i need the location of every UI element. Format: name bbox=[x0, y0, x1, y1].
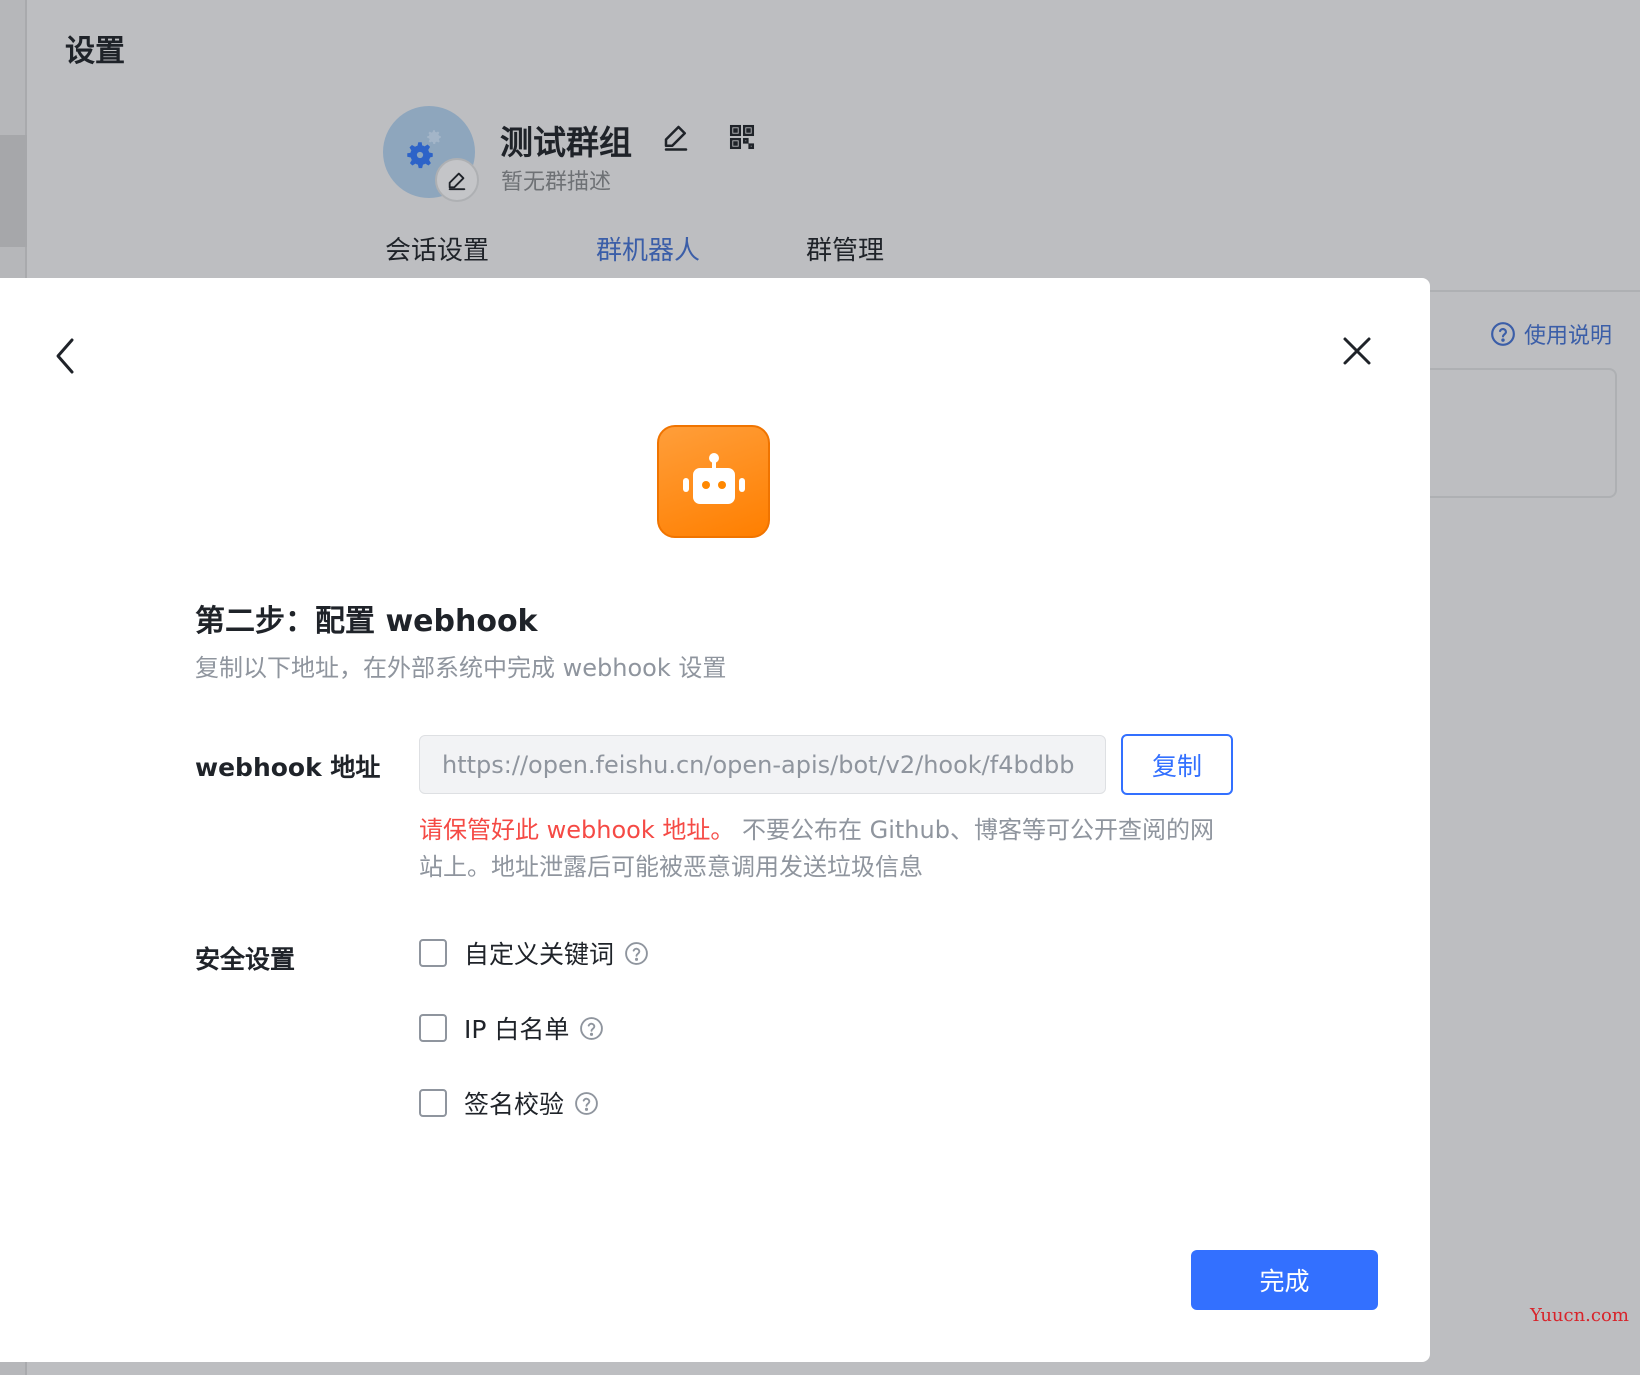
background-card bbox=[1400, 368, 1617, 498]
signature-verification-label: 签名校验 bbox=[464, 1090, 565, 1119]
robot-icon bbox=[682, 452, 745, 504]
watermark-text: Yuucn.com bbox=[1530, 1305, 1629, 1326]
option-ip-whitelist: IP 白名单 bbox=[419, 1010, 604, 1046]
webhook-warning: 请保管好此 webhook 地址。 不要公布在 Github、博客等可公开查阅的… bbox=[419, 812, 1234, 886]
help-circle-icon[interactable] bbox=[579, 1016, 604, 1041]
gear-small-icon bbox=[427, 130, 441, 144]
help-circle-icon[interactable] bbox=[624, 941, 649, 966]
signature-verification-checkbox[interactable] bbox=[419, 1089, 447, 1117]
tab-group-management[interactable]: 群管理 bbox=[806, 230, 884, 267]
help-link[interactable]: 使用说明 bbox=[1490, 318, 1612, 350]
option-custom-keywords: 自定义关键词 bbox=[419, 935, 649, 971]
help-circle-icon[interactable] bbox=[574, 1091, 599, 1116]
pencil-icon bbox=[448, 172, 466, 191]
ip-whitelist-checkbox[interactable] bbox=[419, 1014, 447, 1042]
custom-keywords-label: 自定义关键词 bbox=[464, 940, 615, 969]
avatar-edit-button[interactable] bbox=[435, 158, 479, 202]
warning-highlight: 请保管好此 webhook 地址。 bbox=[419, 816, 735, 844]
help-circle-icon bbox=[1491, 322, 1515, 346]
edit-name-pencil-icon[interactable] bbox=[661, 122, 691, 152]
back-arrow-icon[interactable] bbox=[50, 334, 80, 378]
background-sidebar-tab[interactable] bbox=[0, 135, 27, 247]
tab-chat-settings[interactable]: 会话设置 bbox=[385, 230, 489, 267]
webhook-config-modal: 第二步：配置 webhook 复制以下地址，在外部系统中完成 webhook 设… bbox=[0, 278, 1430, 1362]
group-description: 暂无群描述 bbox=[501, 170, 612, 195]
bot-logo bbox=[657, 425, 770, 538]
done-button[interactable]: 完成 bbox=[1191, 1250, 1378, 1310]
step-title: 第二步：配置 webhook bbox=[195, 604, 538, 639]
ip-whitelist-label: IP 白名单 bbox=[464, 1015, 570, 1044]
webhook-address-label: webhook 地址 bbox=[195, 753, 381, 782]
copy-button[interactable]: 复制 bbox=[1121, 734, 1233, 795]
page-title: 设置 bbox=[65, 34, 125, 69]
security-settings-label: 安全设置 bbox=[195, 945, 296, 974]
group-name: 测试群组 bbox=[500, 123, 632, 162]
option-signature-verification: 签名校验 bbox=[419, 1085, 599, 1121]
tab-group-bots[interactable]: 群机器人 bbox=[596, 230, 700, 267]
close-icon[interactable] bbox=[1342, 336, 1372, 366]
background-divider bbox=[1430, 290, 1640, 292]
custom-keywords-checkbox[interactable] bbox=[419, 939, 447, 967]
step-description: 复制以下地址，在外部系统中完成 webhook 设置 bbox=[195, 654, 727, 682]
qr-code-icon[interactable] bbox=[729, 124, 755, 150]
webhook-url-field[interactable] bbox=[419, 735, 1106, 794]
help-link-label: 使用说明 bbox=[1524, 324, 1613, 349]
